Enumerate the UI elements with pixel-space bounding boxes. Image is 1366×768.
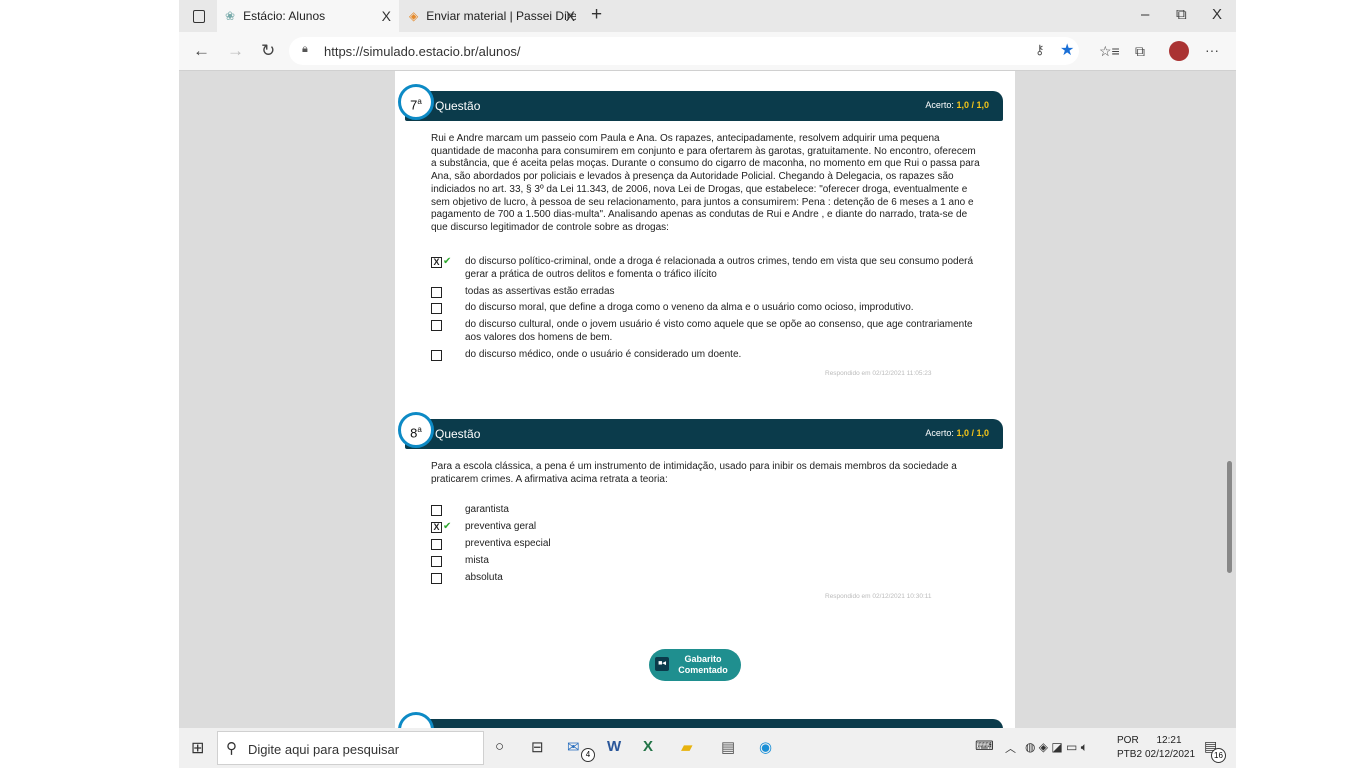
question-header: 8a Questão Acerto: 1,0 / 1,0 [398, 412, 1003, 449]
tab-bar: ❀ Estácio: Alunos X ◈ Enviar material | … [179, 0, 1236, 32]
option-text: mista [465, 555, 489, 566]
option-text: do discurso moral, que define a droga co… [465, 302, 914, 313]
checkbox[interactable] [431, 539, 442, 550]
tray-icons[interactable]: ◍ ◈ ◪ ▭ 🔈︎ [1025, 740, 1088, 755]
checkbox[interactable] [431, 320, 442, 331]
option-text: do discurso cultural, onde o jovem usuár… [465, 319, 973, 343]
mail-badge: 4 [581, 748, 595, 762]
browser-window: ❀ Estácio: Alunos X ◈ Enviar material | … [179, 0, 1236, 728]
file-explorer-icon[interactable]: ▰ [681, 738, 693, 756]
search-placeholder: Digite aqui para pesquisar [248, 742, 400, 757]
correct-check-icon: ✔ [443, 256, 452, 267]
tab-close-button[interactable]: X [566, 8, 575, 24]
favorites-list-icon[interactable]: ☆≡ [1099, 43, 1120, 60]
option-text: preventiva especial [465, 538, 551, 549]
answered-timestamp: Respondido em 02/12/2021 10:30:11 [825, 593, 932, 600]
question-title: Questão [435, 99, 481, 113]
notification-badge: 16 [1211, 748, 1226, 763]
task-view-icon[interactable]: ⊟ [531, 738, 544, 756]
url-text: https://simulado.estacio.br/alunos/ [324, 44, 521, 59]
avatar[interactable] [1169, 41, 1189, 61]
question-header: 7a Questão Acerto: 1,0 / 1,0 [398, 84, 1003, 121]
collections-icon[interactable]: ⧉ [1135, 43, 1145, 60]
passei-direto-icon: ◈ [409, 9, 419, 23]
tab-label: Enviar material | Passei Direto | P [426, 9, 577, 23]
tab-passei-direto[interactable]: ◈ Enviar material | Passei Direto | P X [401, 0, 583, 32]
question-title: Questão [435, 427, 481, 441]
video-camera-icon: ■◂ [655, 657, 669, 671]
scrollbar-thumb[interactable] [1227, 461, 1232, 573]
option-text: absoluta [465, 572, 503, 583]
checkbox[interactable] [431, 556, 442, 567]
checkbox[interactable] [431, 573, 442, 584]
question-score: Acerto: 1,0 / 1,0 [925, 100, 989, 110]
checkbox[interactable]: X [431, 522, 442, 533]
windows-start-icon[interactable]: ⊞ [191, 738, 204, 758]
page-viewport: 7a Questão Acerto: 1,0 / 1,0 Rui e Andre… [179, 71, 1236, 728]
option-text: garantista [465, 504, 509, 515]
answered-timestamp: Respondido em 02/12/2021 11:05:23 [825, 370, 932, 377]
option-text: do discurso médico, onde o usuário é con… [465, 349, 742, 360]
gabarito-label: Gabarito Comentado [678, 654, 728, 675]
refresh-icon[interactable]: ↻ [261, 41, 275, 61]
close-window-button[interactable]: X [1212, 6, 1222, 23]
question-text: Rui e Andre marcam um passeio com Paula … [431, 133, 980, 233]
checkbox[interactable]: X [431, 257, 442, 268]
cortana-icon[interactable]: ○ [495, 738, 504, 755]
correct-check-icon: ✔ [443, 521, 452, 532]
notepad-icon[interactable]: ▤ [721, 738, 735, 756]
tab-close-button[interactable]: X [382, 8, 391, 24]
lock-icon: 🔒︎ [302, 43, 308, 55]
search-icon: ⚲ [226, 740, 237, 757]
question-number-badge: 8a [398, 412, 434, 448]
tray-chevron-icon[interactable]: ︿ [1005, 740, 1016, 756]
clock[interactable]: 12:21 02/12/2021 [1145, 734, 1195, 762]
edge-icon[interactable]: ◉ [759, 738, 772, 756]
key-icon[interactable]: ⚷ [1035, 42, 1045, 58]
taskbar: ⊞ ⚲ Digite aqui para pesquisar ○ ⊟ ✉ 4 W… [179, 728, 1236, 768]
tab-estacio[interactable]: ❀ Estácio: Alunos X [217, 0, 399, 32]
word-icon[interactable]: W [607, 738, 621, 755]
checkbox[interactable] [431, 505, 442, 516]
language-indicator[interactable]: POR PTB2 [1117, 734, 1142, 762]
minimize-button[interactable]: – [1141, 6, 1149, 23]
gabarito-comentado-button[interactable]: ■◂ Gabarito Comentado [649, 649, 741, 681]
mail-icon[interactable]: ✉ [567, 738, 580, 756]
forward-icon[interactable]: → [227, 41, 244, 61]
tab-actions-button[interactable] [187, 0, 217, 32]
option-text: do discurso político-criminal, onde a dr… [465, 256, 974, 280]
favorite-star-icon[interactable]: ★ [1060, 40, 1074, 60]
question-number-badge [398, 712, 434, 728]
address-bar: ← → ↻ 🔒︎ https://simulado.estacio.br/alu… [179, 32, 1236, 71]
touch-keyboard-icon[interactable]: ⌨ [975, 738, 994, 754]
option-text: todas as assertivas estão erradas [465, 286, 615, 297]
more-menu-icon[interactable]: ··· [1205, 42, 1219, 58]
excel-icon[interactable]: X [643, 738, 653, 755]
question-score: Acerto: 1,0 / 1,0 [925, 428, 989, 438]
tab-label: Estácio: Alunos [243, 9, 326, 23]
question-header-next [398, 712, 1003, 728]
tab-actions-icon [193, 9, 205, 23]
url-field[interactable]: 🔒︎ https://simulado.estacio.br/alunos/ ⚷… [289, 37, 1079, 65]
option-text: preventiva geral [465, 521, 537, 532]
checkbox[interactable] [431, 287, 442, 298]
checkbox[interactable] [431, 303, 442, 314]
question-text: Para a escola clássica, a pena é um inst… [431, 461, 957, 485]
taskbar-search[interactable]: ⚲ Digite aqui para pesquisar [217, 731, 484, 765]
estacio-icon: ❀ [225, 9, 236, 23]
new-tab-button[interactable]: + [591, 4, 602, 26]
exam-page: 7a Questão Acerto: 1,0 / 1,0 Rui e Andre… [395, 71, 1015, 728]
checkbox[interactable] [431, 350, 442, 361]
back-icon[interactable]: ← [193, 41, 210, 61]
restore-button[interactable]: ⧉ [1176, 6, 1187, 23]
question-number-badge: 7a [398, 84, 434, 120]
